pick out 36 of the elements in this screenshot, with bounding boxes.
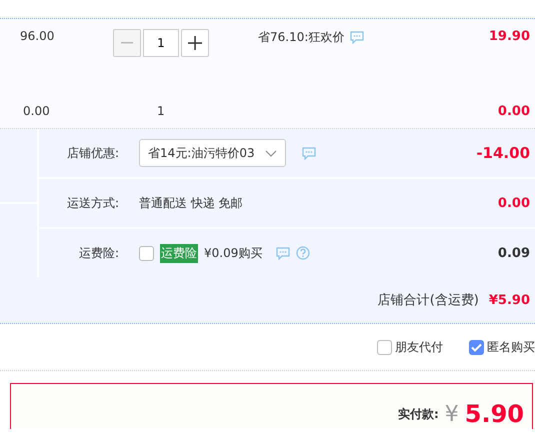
- row-amount: 0.00: [498, 196, 531, 210]
- unit-price: 0.00: [23, 104, 50, 118]
- insurance-price: ¥0.09购买: [204, 244, 262, 262]
- message-icon[interactable]: [276, 246, 290, 260]
- chevron-icon: [264, 150, 277, 156]
- shop-total-label: 店铺合计(含运费): [378, 292, 479, 309]
- help-icon[interactable]: [296, 246, 310, 260]
- subtotal: 0.00: [498, 104, 531, 118]
- checkbox[interactable]: [377, 340, 392, 354]
- coupon-select[interactable]: 省14元:油污特价03: [139, 139, 286, 167]
- shop-total: ¥5.90: [488, 292, 531, 308]
- subtotal: 19.90: [488, 29, 531, 44]
- message-icon[interactable]: [302, 146, 316, 160]
- row-label: 运送方式:: [66, 194, 120, 212]
- row-label: 店铺优惠:: [66, 144, 120, 162]
- promo-text: 省76.10:狂欢价: [258, 29, 344, 46]
- checkbox[interactable]: [469, 340, 484, 354]
- quantity: 1: [157, 104, 165, 118]
- currency-sign: ¥: [444, 402, 459, 427]
- unit-price: 96.00: [20, 29, 54, 43]
- message-icon[interactable]: [350, 31, 364, 44]
- payment-amount: 5.90: [464, 400, 524, 427]
- insurance-tag: 运费险: [160, 244, 198, 262]
- minus-button[interactable]: [113, 29, 141, 57]
- plus-button[interactable]: [181, 29, 209, 57]
- option-label: 朋友代付: [395, 338, 443, 356]
- payment-label: 实付款:: [398, 406, 439, 423]
- quantity-field[interactable]: 1: [143, 29, 179, 57]
- plus-icon: [188, 36, 202, 50]
- row-amount: -14.00: [476, 144, 531, 162]
- shipping-method: 普通配送 快递 免邮: [139, 194, 243, 212]
- minus-icon: [121, 42, 133, 44]
- option-label: 匿名购买: [487, 338, 535, 356]
- row-label: 运费险:: [78, 244, 120, 262]
- checkbox[interactable]: [139, 246, 154, 260]
- row-amount: 0.09: [498, 246, 531, 260]
